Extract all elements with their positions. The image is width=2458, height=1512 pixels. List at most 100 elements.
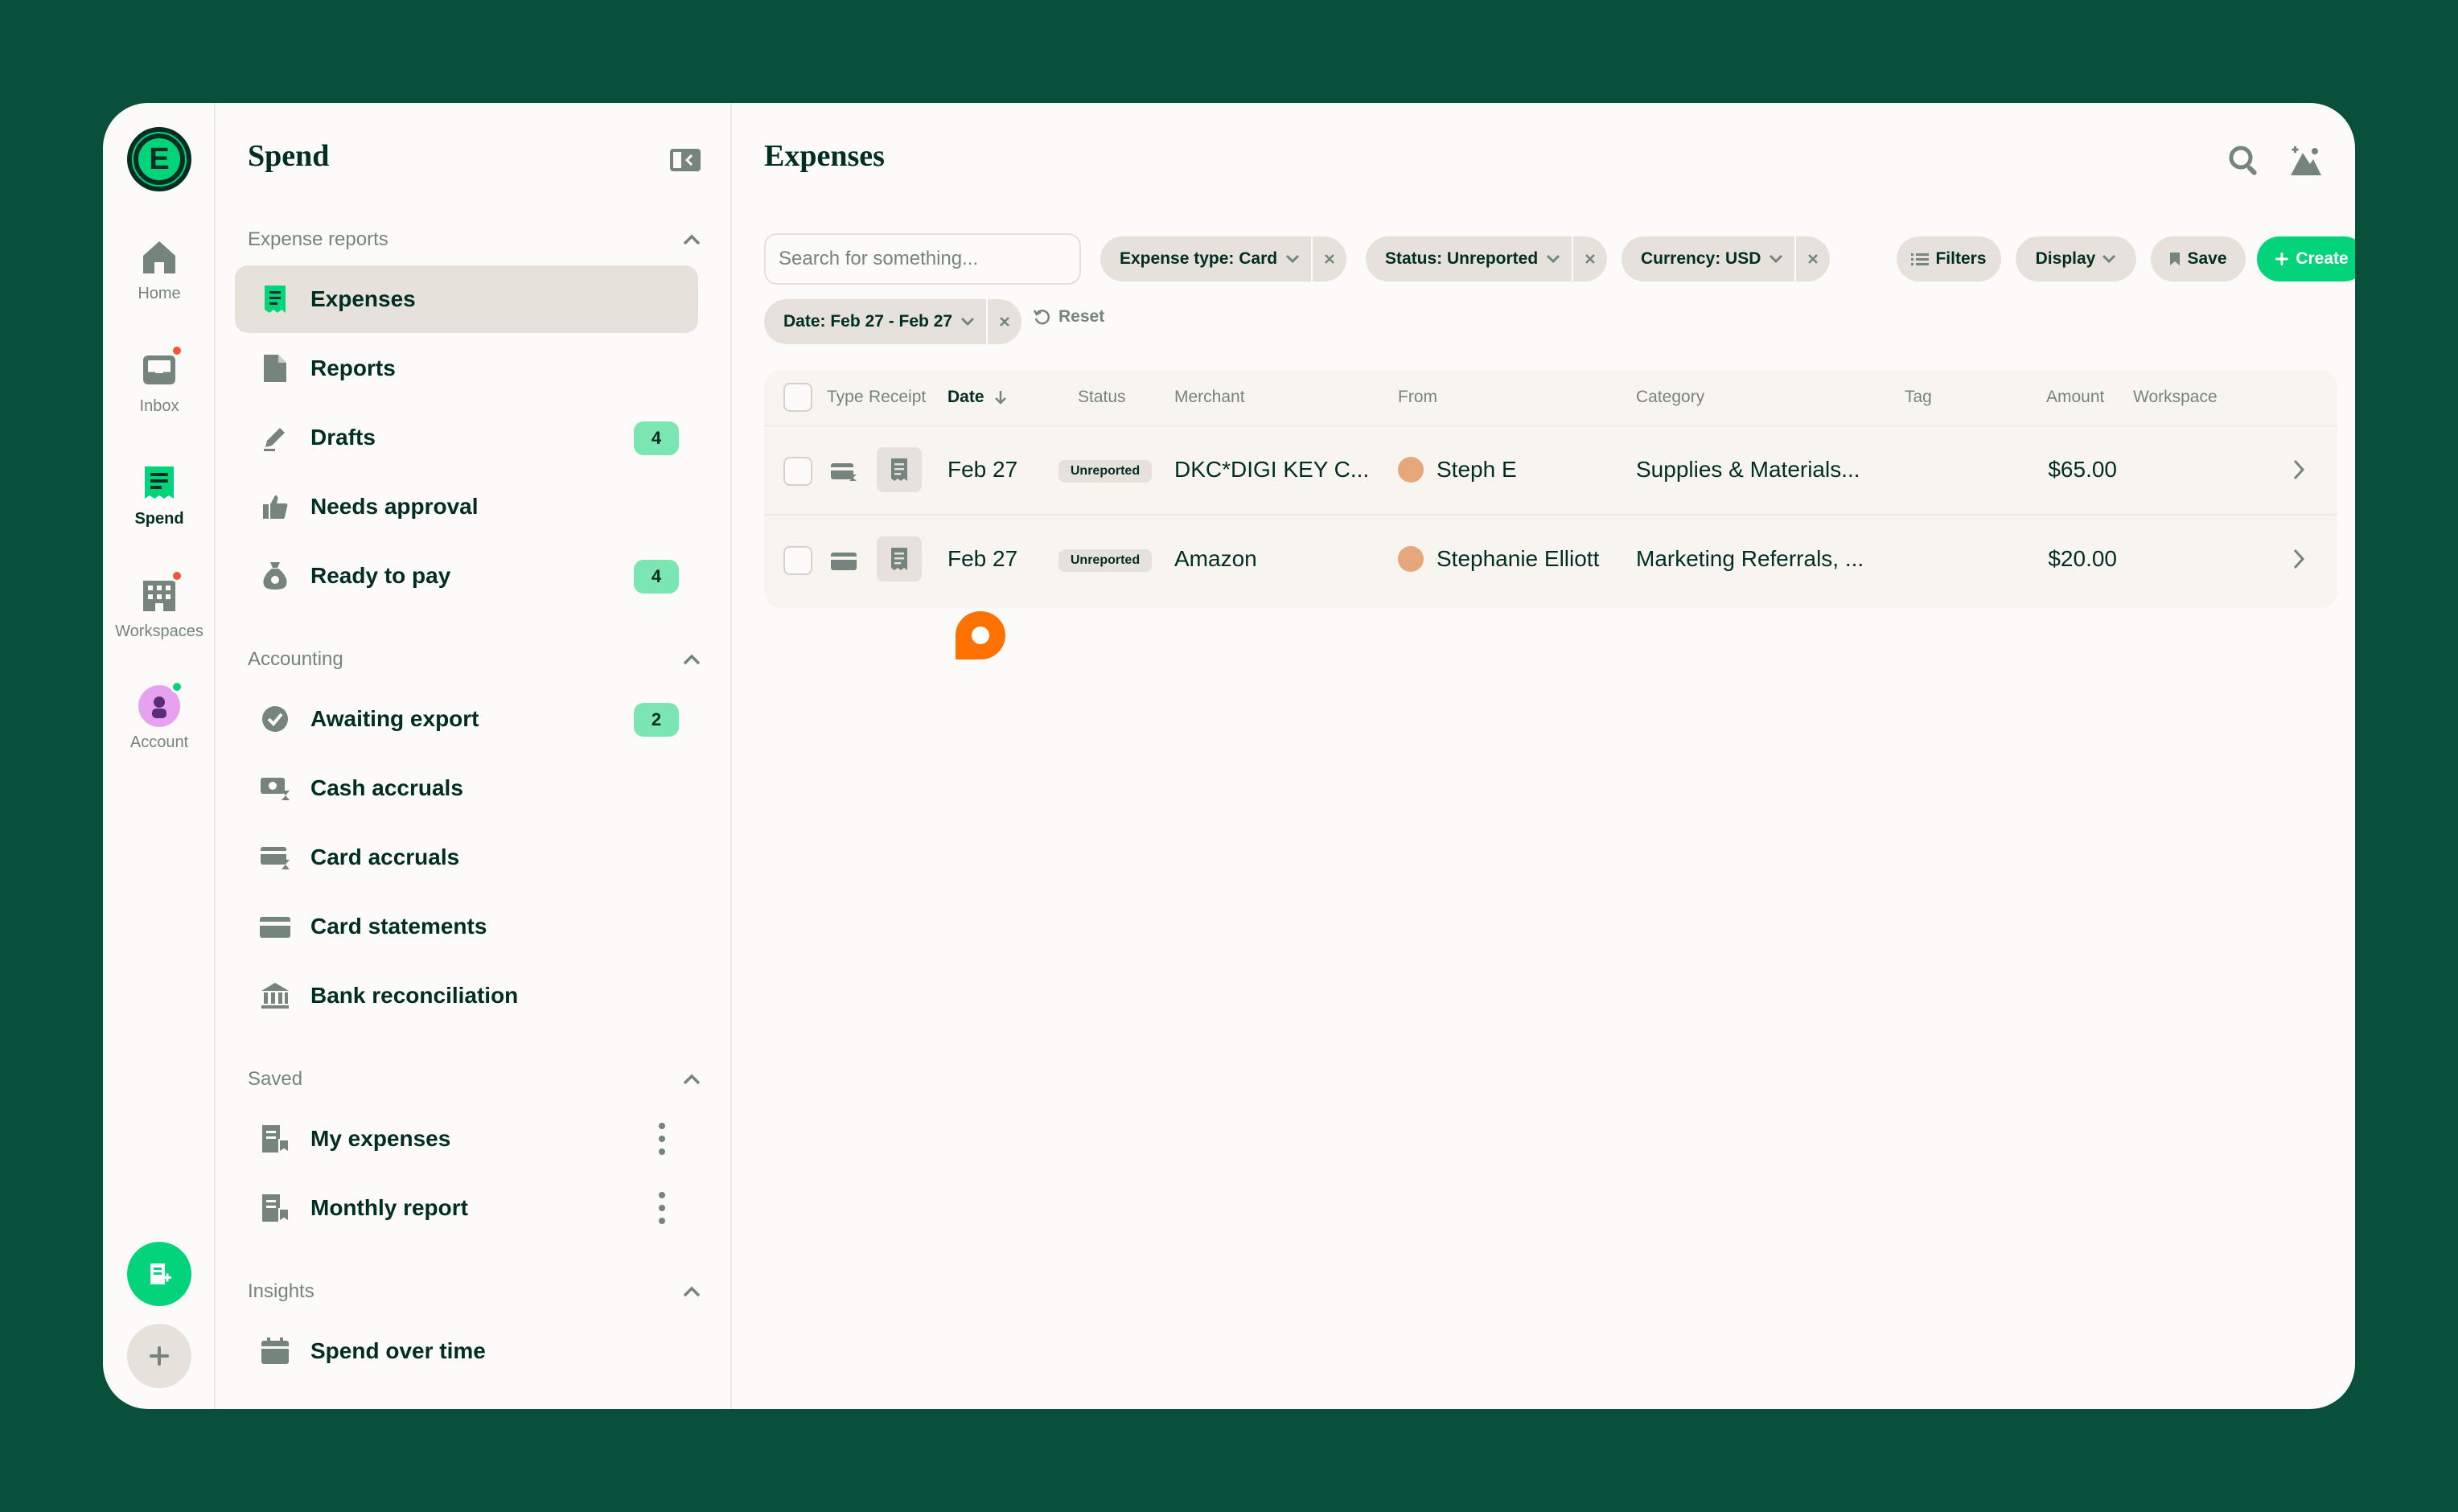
section-title: Expense reports <box>248 228 388 250</box>
credit-card-icon <box>259 910 291 943</box>
sidebar-item-reports[interactable]: Reports <box>235 335 698 402</box>
search-icon[interactable] <box>2228 145 2260 181</box>
save-button[interactable]: Save <box>2151 236 2246 281</box>
location-pin-icon <box>954 610 1007 667</box>
chevron-right-icon[interactable] <box>2292 458 2305 485</box>
chevron-up-icon <box>683 1074 701 1085</box>
chevron-down-icon <box>1286 254 1300 264</box>
reset-filters-button[interactable]: Reset <box>1033 307 1104 327</box>
column-header-receipt[interactable]: Receipt <box>869 388 926 407</box>
sidebar-item-drafts[interactable]: Drafts 4 <box>235 404 698 471</box>
rail-item-home[interactable]: Home <box>103 236 216 303</box>
status-badge: Unreported <box>1058 460 1152 483</box>
rail-label-spend: Spend <box>134 510 184 528</box>
table-header: Type Receipt Date Status Merchant From C… <box>764 370 2337 426</box>
close-icon <box>1585 254 1596 264</box>
bookmark-icon <box>2170 253 2181 265</box>
rail-item-inbox[interactable]: Inbox <box>103 344 216 416</box>
sidebar-item-cash-accruals[interactable]: Cash accruals <box>235 754 698 822</box>
expense-amount: $65.00 <box>2048 457 2117 482</box>
filter-chip-status[interactable]: Status: Unreported <box>1366 236 1608 281</box>
chevron-right-icon[interactable] <box>2292 548 2305 574</box>
more-options-icon[interactable] <box>658 1192 666 1224</box>
sidebar-item-label: Cash accruals <box>310 775 463 800</box>
reset-icon <box>1033 310 1050 325</box>
rail-item-workspaces[interactable]: Workspaces <box>103 569 216 641</box>
filters-button[interactable]: Filters <box>1897 236 2001 281</box>
column-header-workspace[interactable]: Workspace <box>2133 388 2218 407</box>
awaiting-export-count-badge: 2 <box>634 703 679 737</box>
column-header-label: Date <box>947 388 984 406</box>
filter-chip-label: Expense type: Card <box>1120 249 1278 268</box>
display-button[interactable]: Display <box>2016 236 2136 281</box>
filter-chip-label: Status: Unreported <box>1385 249 1539 268</box>
receipt-thumbnail[interactable] <box>877 447 922 492</box>
sidebar-item-spend-over-time[interactable]: Spend over time <box>235 1317 698 1385</box>
sidebar-item-card-statements[interactable]: Card statements <box>235 893 698 960</box>
sidebar-item-label: Needs approval <box>310 494 479 519</box>
filter-chip-body[interactable]: Expense type: Card <box>1100 236 1311 281</box>
remove-filter-button[interactable] <box>1311 236 1346 281</box>
column-header-from[interactable]: From <box>1398 388 1437 407</box>
sidebar-item-needs-approval[interactable]: Needs approval <box>235 473 698 540</box>
sidebar-item-label: Reports <box>310 355 396 380</box>
expense-category: Supplies & Materials... <box>1636 457 1860 482</box>
sidebar-item-bank-reconciliation[interactable]: Bank reconciliation <box>235 962 698 1029</box>
building-icon <box>138 569 183 616</box>
section-insights[interactable]: Insights <box>248 1280 701 1303</box>
filter-chip-currency[interactable]: Currency: USD <box>1622 236 1831 281</box>
new-expense-fab[interactable] <box>127 1242 191 1306</box>
column-header-tag[interactable]: Tag <box>1905 388 1932 407</box>
expensify-logo[interactable]: E <box>127 127 191 191</box>
select-all-checkbox[interactable] <box>783 383 812 412</box>
table-row[interactable]: Feb 27 Unreported DKC*DIGI KEY C... Step… <box>764 426 2337 516</box>
remove-filter-button[interactable] <box>986 299 1021 344</box>
column-header-merchant[interactable]: Merchant <box>1174 388 1245 407</box>
column-header-category[interactable]: Category <box>1636 388 1704 407</box>
app-window: E Home Inbox Spend Workspaces Account Sp… <box>103 103 2355 1409</box>
column-header-amount[interactable]: Amount <box>2046 388 2104 407</box>
remove-filter-button[interactable] <box>1572 236 1607 281</box>
section-expense-reports[interactable]: Expense reports <box>248 228 701 251</box>
rail-item-account[interactable]: Account <box>103 680 216 752</box>
filter-chip-body[interactable]: Date: Feb 27 - Feb 27 <box>764 299 986 344</box>
receipt-thumbnail[interactable] <box>877 536 922 581</box>
document-icon <box>259 352 291 384</box>
add-fab[interactable] <box>127 1324 191 1388</box>
collapse-sidebar-button[interactable] <box>669 148 701 172</box>
section-accounting[interactable]: Accounting <box>248 648 701 671</box>
row-checkbox[interactable] <box>783 457 812 486</box>
create-button[interactable]: Create <box>2257 236 2355 281</box>
section-saved[interactable]: Saved <box>248 1068 701 1091</box>
rail-item-spend[interactable]: Spend <box>103 462 216 528</box>
chevron-down-icon <box>1770 254 1783 264</box>
column-header-status[interactable]: Status <box>1078 388 1126 407</box>
more-options-icon[interactable] <box>658 1123 666 1155</box>
sidebar-item-expenses[interactable]: Expenses <box>235 265 698 333</box>
search-input[interactable] <box>764 233 1081 285</box>
display-button-label: Display <box>2035 249 2096 268</box>
filter-chip-body[interactable]: Currency: USD <box>1622 236 1794 281</box>
table-row[interactable]: Feb 27 Unreported Amazon Stephanie Ellio… <box>764 516 2337 605</box>
row-checkbox[interactable] <box>783 546 812 575</box>
rail-label-inbox: Inbox <box>139 397 179 415</box>
receipt-icon <box>891 458 907 481</box>
column-header-type[interactable]: Type <box>827 388 864 407</box>
card-type-icon <box>830 462 857 487</box>
sidebar-item-monthly-report[interactable]: Monthly report <box>235 1174 698 1242</box>
travel-icon[interactable] <box>2289 145 2323 181</box>
filter-chip-date[interactable]: Date: Feb 27 - Feb 27 <box>764 299 1022 344</box>
pencil-icon <box>259 421 291 454</box>
remove-filter-button[interactable] <box>1794 236 1830 281</box>
close-icon <box>1000 317 1009 327</box>
sidebar-item-card-accruals[interactable]: Card accruals <box>235 824 698 891</box>
filter-chip-body[interactable]: Status: Unreported <box>1366 236 1572 281</box>
section-title: Accounting <box>248 648 343 670</box>
sidebar-item-awaiting-export[interactable]: Awaiting export 2 <box>235 685 698 753</box>
filter-chip-expense-type[interactable]: Expense type: Card <box>1100 236 1347 281</box>
sidebar-item-label: Spend over time <box>310 1338 486 1363</box>
column-header-date[interactable]: Date <box>947 388 1008 407</box>
saved-search-icon <box>259 1192 291 1224</box>
sidebar-item-ready-to-pay[interactable]: Ready to pay 4 <box>235 542 698 610</box>
sidebar-item-my-expenses[interactable]: My expenses <box>235 1105 698 1173</box>
